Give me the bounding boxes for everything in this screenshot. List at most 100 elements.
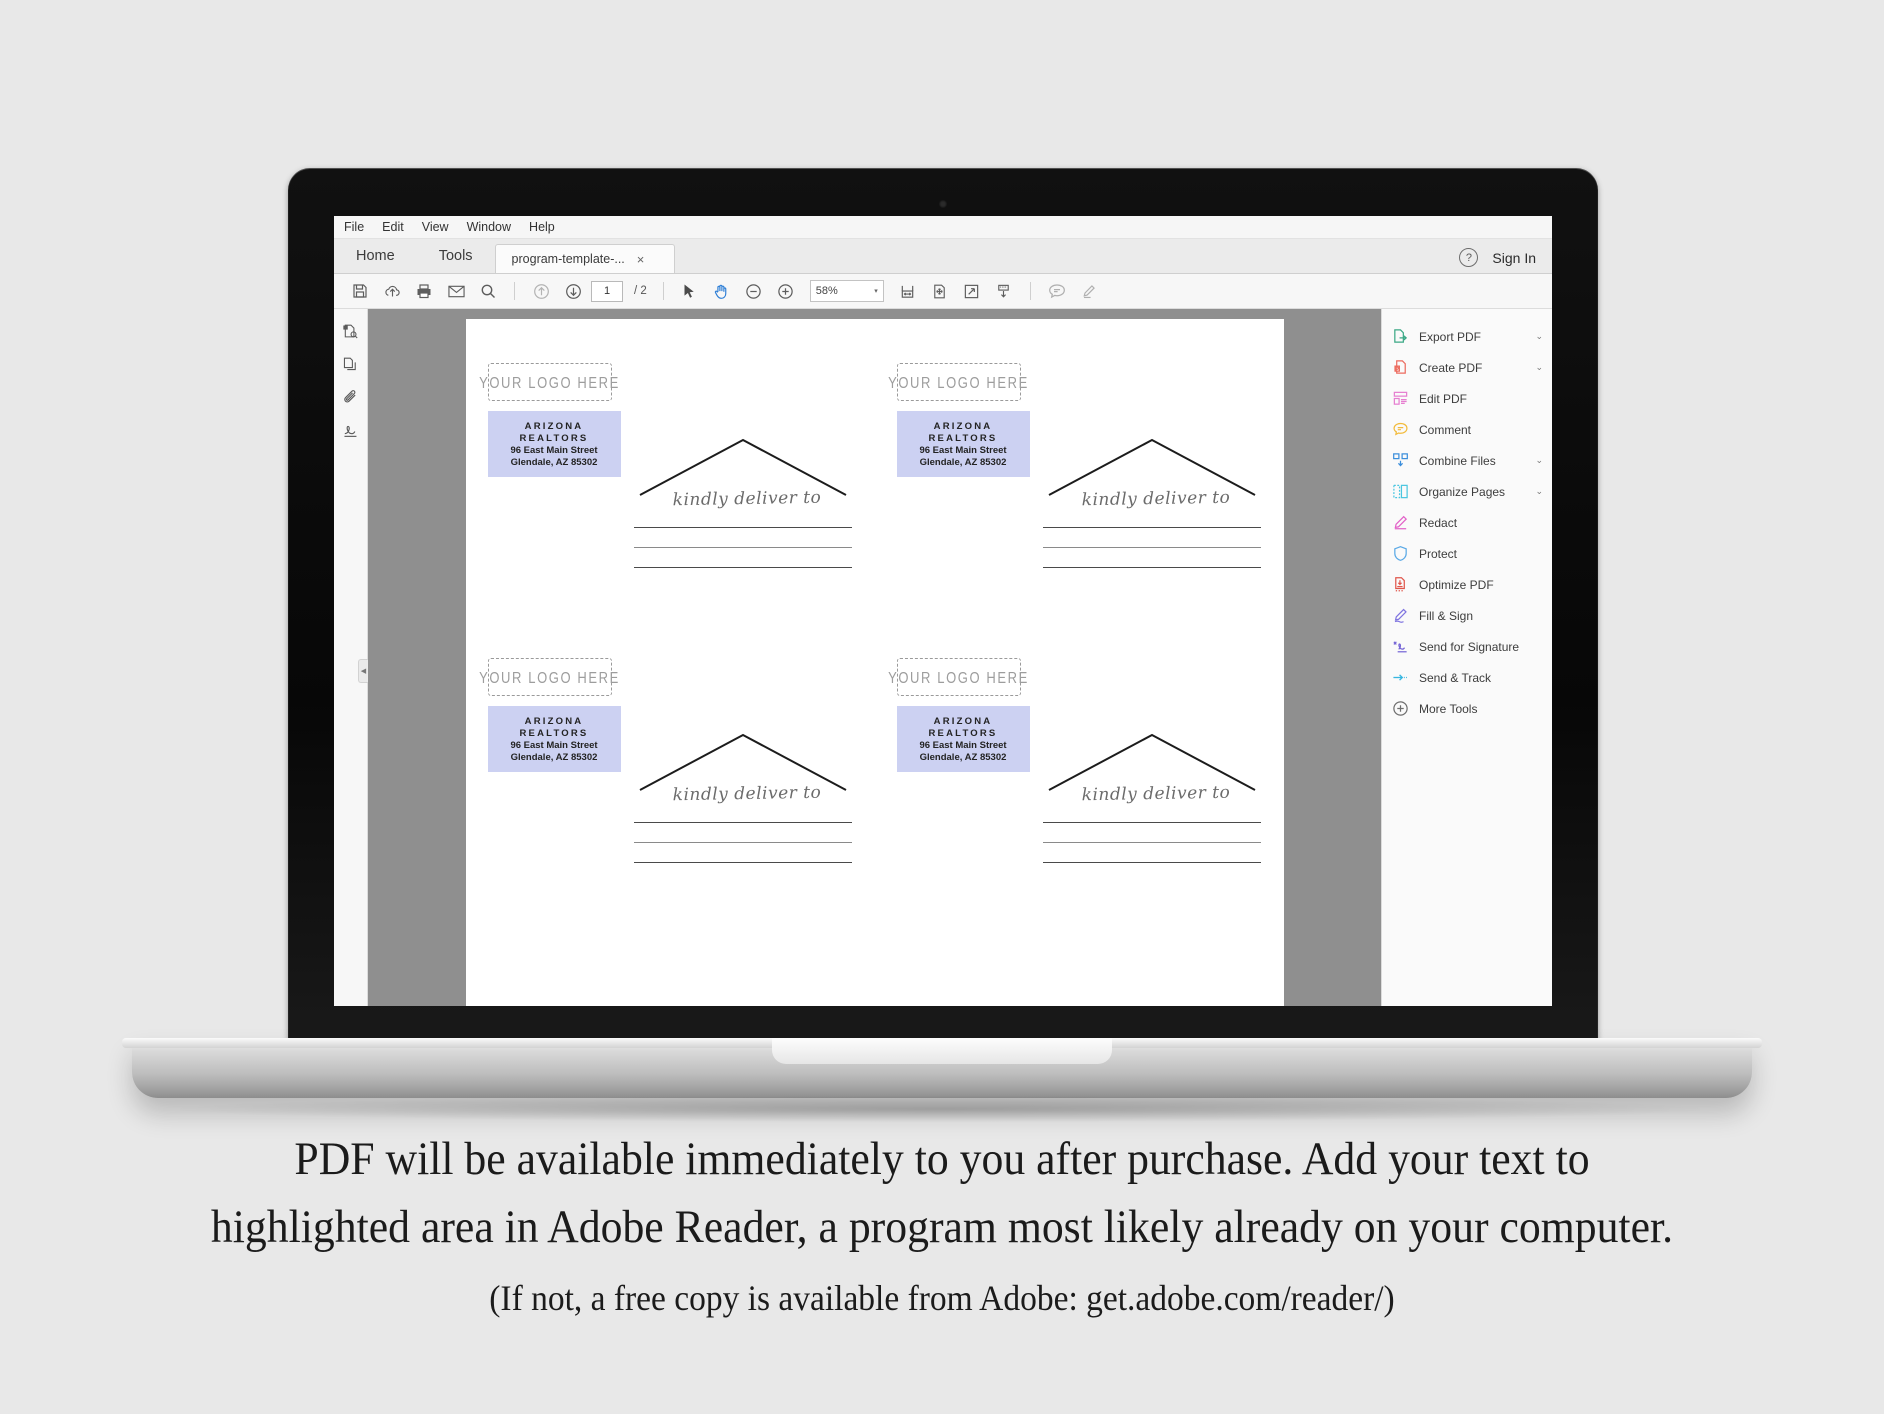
combine-files-icon <box>1391 451 1410 470</box>
tab-document[interactable]: program-template-... × <box>494 244 675 273</box>
pdf-page: YOUR LOGO HERE ARIZONA REALTORS 96 East … <box>465 319 1284 1006</box>
comment-icon[interactable] <box>1043 278 1071 304</box>
save-icon[interactable] <box>346 278 374 304</box>
acrobat-window: File Edit View Window Help Home Tools pr… <box>334 216 1552 1006</box>
tool-combine-files[interactable]: Combine Files ⌄ <box>1382 445 1552 476</box>
tool-create-pdf[interactable]: Create PDF ⌄ <box>1382 352 1552 383</box>
label-row: YOUR LOGO HERE ARIZONA REALTORS 96 East … <box>466 349 1284 644</box>
deliver-to-text: kindly deliver to <box>672 487 821 511</box>
return-address-line1: ARIZONA <box>933 420 993 432</box>
tool-send-for-signature[interactable]: Send for Signature <box>1382 631 1552 662</box>
menu-item-help[interactable]: Help <box>529 221 555 234</box>
chevron-down-icon: ▾ <box>874 288 878 295</box>
next-page-icon[interactable] <box>559 278 587 304</box>
read-mode-icon[interactable] <box>990 278 1018 304</box>
laptop-base-notch <box>772 1038 1112 1064</box>
chevron-down-icon[interactable]: ⌄ <box>1535 486 1543 497</box>
logo-placeholder-box[interactable]: YOUR LOGO HERE <box>888 658 1027 696</box>
chevron-down-icon[interactable]: ⌄ <box>1535 362 1543 373</box>
return-address-highlight[interactable]: ARIZONA REALTORS 96 East Main Street Gle… <box>896 411 1030 477</box>
logo-placeholder-text: YOUR LOGO HERE <box>479 668 620 686</box>
address-lines[interactable] <box>633 822 852 882</box>
return-address-line3: 96 East Main Street <box>919 739 1007 751</box>
page-thumbnails-search-icon[interactable] <box>342 323 359 343</box>
tool-organize-pages[interactable]: Organize Pages ⌄ <box>1382 476 1552 507</box>
upload-to-cloud-icon[interactable] <box>378 278 406 304</box>
logo-placeholder-box[interactable]: YOUR LOGO HERE <box>479 363 618 401</box>
select-cursor-icon[interactable] <box>676 278 704 304</box>
help-icon[interactable]: ? <box>1459 248 1479 267</box>
tab-bar-right: ? Sign In <box>1459 248 1552 273</box>
tool-label: Edit PDF <box>1419 391 1468 406</box>
signatures-icon[interactable] <box>342 422 359 442</box>
menu-item-edit[interactable]: Edit <box>382 221 404 234</box>
close-icon[interactable]: × <box>637 253 645 266</box>
logo-placeholder-text: YOUR LOGO HERE <box>888 373 1029 391</box>
fit-page-icon[interactable] <box>926 278 954 304</box>
tool-label: Organize Pages <box>1419 484 1506 499</box>
edit-pdf-icon <box>1391 389 1410 408</box>
laptop-lid: File Edit View Window Help Home Tools pr… <box>288 168 1598 1058</box>
document-viewport[interactable]: YOUR LOGO HERE ARIZONA REALTORS 96 East … <box>368 309 1381 1006</box>
hand-tool-icon[interactable] <box>708 278 736 304</box>
sign-in-button[interactable]: Sign In <box>1492 250 1536 266</box>
return-address-highlight[interactable]: ARIZONA REALTORS 96 East Main Street Gle… <box>487 706 621 772</box>
chevron-down-icon[interactable]: ⌄ <box>1535 455 1543 466</box>
address-lines[interactable] <box>633 527 852 587</box>
logo-placeholder-text: YOUR LOGO HERE <box>479 373 620 391</box>
menu-item-window[interactable]: Window <box>467 221 511 234</box>
laptop-base <box>122 1038 1762 1098</box>
return-address-line1: ARIZONA <box>524 715 584 727</box>
toolbar-divider-3 <box>1029 282 1031 300</box>
return-address-line2: REALTORS <box>519 727 589 739</box>
redact-icon <box>1391 513 1410 532</box>
deliver-to-text: kindly deliver to <box>1081 782 1230 806</box>
zoom-out-icon[interactable] <box>740 278 768 304</box>
previous-page-icon[interactable] <box>527 278 555 304</box>
tool-label: Combine Files <box>1419 453 1496 468</box>
mailing-label: YOUR LOGO HERE ARIZONA REALTORS 96 East … <box>466 644 875 939</box>
menu-item-file[interactable]: File <box>344 221 364 234</box>
highlight-icon[interactable] <box>1075 278 1103 304</box>
caption-block: PDF will be available immediately to you… <box>0 1125 1884 1329</box>
tool-export-pdf[interactable]: Export PDF ⌄ <box>1382 321 1552 352</box>
tool-protect[interactable]: Protect <box>1382 538 1552 569</box>
export-pdf-icon <box>1391 327 1410 346</box>
search-icon[interactable] <box>474 278 502 304</box>
deliver-to-text: kindly deliver to <box>672 782 821 806</box>
panel-collapse-handle[interactable]: ◀ <box>358 659 368 683</box>
return-address-line4: Glendale, AZ 85302 <box>510 751 598 763</box>
chevron-down-icon[interactable]: ⌄ <box>1535 331 1543 342</box>
tool-optimize-pdf[interactable]: Optimize PDF <box>1382 569 1552 600</box>
fullscreen-icon[interactable] <box>958 278 986 304</box>
email-icon[interactable] <box>442 278 470 304</box>
address-lines[interactable] <box>1042 822 1261 882</box>
page-number-input[interactable]: 1 <box>591 280 623 302</box>
tool-redact[interactable]: Redact <box>1382 507 1552 538</box>
page-thumbnails-icon[interactable] <box>342 356 359 376</box>
zoom-in-icon[interactable] <box>772 278 800 304</box>
attachments-icon[interactable] <box>342 389 359 409</box>
return-address-line2: REALTORS <box>519 432 589 444</box>
logo-placeholder-box[interactable]: YOUR LOGO HERE <box>888 363 1027 401</box>
tab-home[interactable]: Home <box>334 239 417 273</box>
tool-send-and-track[interactable]: Send & Track <box>1382 662 1552 693</box>
zoom-level-select[interactable]: 58% ▾ <box>809 280 884 302</box>
tool-comment[interactable]: Comment <box>1382 414 1552 445</box>
tab-tools[interactable]: Tools <box>416 239 495 273</box>
address-lines[interactable] <box>1042 527 1261 587</box>
comment-icon <box>1391 420 1410 439</box>
laptop-screen: File Edit View Window Help Home Tools pr… <box>334 216 1552 1006</box>
print-icon[interactable] <box>410 278 438 304</box>
protect-icon <box>1391 544 1410 563</box>
tool-more-tools[interactable]: More Tools <box>1382 693 1552 724</box>
tool-fill-and-sign[interactable]: Fill & Sign <box>1382 600 1552 631</box>
fit-width-icon[interactable] <box>894 278 922 304</box>
menu-item-view[interactable]: View <box>422 221 449 234</box>
tab-bar: Home Tools program-template-... × ? Sign… <box>334 239 1552 274</box>
logo-placeholder-box[interactable]: YOUR LOGO HERE <box>479 658 618 696</box>
logo-placeholder-text: YOUR LOGO HERE <box>888 668 1029 686</box>
tool-edit-pdf[interactable]: Edit PDF <box>1382 383 1552 414</box>
return-address-highlight[interactable]: ARIZONA REALTORS 96 East Main Street Gle… <box>487 411 621 477</box>
return-address-highlight[interactable]: ARIZONA REALTORS 96 East Main Street Gle… <box>896 706 1030 772</box>
